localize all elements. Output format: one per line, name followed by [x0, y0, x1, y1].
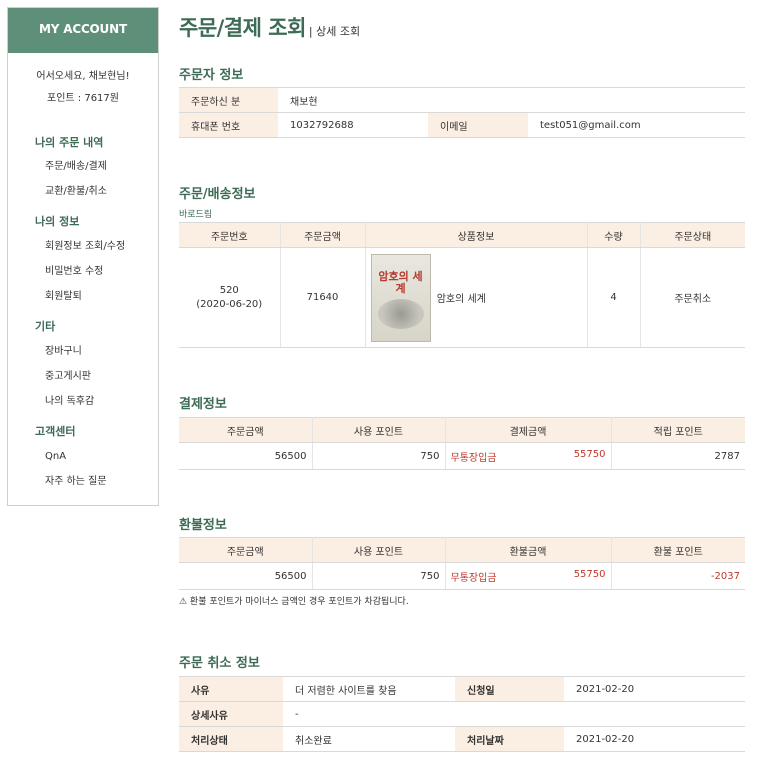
- table-header-row: 주문금액 사용 포인트 결제금액 적립 포인트: [179, 417, 745, 443]
- refund-note: ⚠ 환불 포인트가 마이너스 금액인 경우 포인트가 차감됩니다.: [179, 597, 409, 607]
- account-sidebar: MY ACCOUNT 어서오세요, 채보현님! 포인트 : 7617원 나의 주…: [7, 7, 159, 506]
- col-product: 상품정보: [365, 222, 588, 248]
- col-earned-points: 적립 포인트: [611, 417, 745, 443]
- orderer-table: 주문하신 분 채보현 휴대폰 번호 1032792688 이메일 test051…: [179, 87, 745, 138]
- col-used-points: 사용 포인트: [312, 537, 446, 563]
- table-row: 처리상태 취소완료 처리날짜 2021-02-20: [179, 726, 745, 752]
- table-row: 56500 750 무통장입금 55750 -2037: [179, 562, 745, 590]
- order-amount: 71640: [280, 247, 366, 348]
- page-title-text: 주문/결제 조회: [179, 16, 306, 40]
- refund-amount-cell: 무통장입금 55750: [445, 562, 612, 590]
- cancel-detail: -: [283, 701, 745, 727]
- payment-method: 무통장입금: [450, 452, 497, 464]
- sidebar-header: MY ACCOUNT: [8, 8, 158, 53]
- book-cover-title: 암호의 세계: [378, 269, 423, 295]
- phone-label: 휴대폰 번호: [179, 112, 278, 138]
- delivery-table: 주문번호 주문금액 상품정보 수량 주문상태 520 (2020-06-20) …: [179, 222, 745, 348]
- process-state-label: 처리상태: [179, 726, 283, 752]
- col-paid-amount: 결제금액: [445, 417, 612, 443]
- cancel-reason-label: 사유: [179, 676, 283, 702]
- welcome-text: 어서오세요, 채보현님!: [36, 71, 130, 82]
- payment-earned-points: 2787: [611, 442, 745, 470]
- product-cell: 암호의 세계 암호의 세계: [365, 247, 588, 348]
- cancel-detail-label: 상세사유: [179, 701, 283, 727]
- table-row: 휴대폰 번호 1032792688 이메일 test051@gmail.com: [179, 112, 745, 138]
- col-refund-points: 환불 포인트: [611, 537, 745, 563]
- payment-amount-cell: 무통장입금 55750: [445, 442, 612, 470]
- phone-value: 1032792688: [278, 112, 428, 138]
- payment-order-amount: 56500: [179, 442, 313, 470]
- request-date: 2021-02-20: [564, 676, 745, 702]
- col-order-amount: 주문금액: [179, 537, 313, 563]
- orderer-name: 채보현: [278, 87, 745, 113]
- page-subtitle: | 상세 조회: [308, 25, 361, 38]
- table-row: 상세사유 -: [179, 701, 745, 727]
- order-status: 주문취소: [640, 247, 745, 348]
- orderer-name-label: 주문하신 분: [179, 87, 278, 113]
- table-header-row: 주문금액 사용 포인트 환불금액 환불 포인트: [179, 537, 745, 563]
- email-value: test051@gmail.com: [528, 112, 745, 138]
- order-no-cell: 520 (2020-06-20): [179, 247, 281, 348]
- sidebar-item-my-reviews[interactable]: 나의 독후감: [45, 389, 158, 414]
- cancel-section-title: 주문 취소 정보: [179, 656, 260, 671]
- order-date: (2020-06-20): [196, 298, 263, 310]
- sidebar-item-faq[interactable]: 자주 하는 질문: [45, 469, 158, 494]
- sidebar-item-change-password[interactable]: 비밀번호 수정: [45, 259, 158, 284]
- cancel-table: 사유 더 저렴한 사이트를 찾음 신청일 2021-02-20 상세사유 - 처…: [179, 676, 745, 752]
- table-row: 56500 750 무통장입금 55750 2787: [179, 442, 745, 470]
- email-label: 이메일: [428, 112, 528, 138]
- col-status: 주문상태: [640, 222, 745, 248]
- sidebar-item-order-delivery-payment[interactable]: 주문/배송/결제: [45, 154, 158, 179]
- sidebar-item-exchange-refund-cancel[interactable]: 교환/환불/취소: [45, 179, 158, 204]
- sidebar-group-orders: 나의 주문 내역: [35, 136, 104, 149]
- sidebar-group-my-info: 나의 정보: [35, 215, 80, 228]
- payment-paid: 55750: [573, 448, 606, 460]
- refund-amount: 55750: [573, 568, 606, 580]
- sidebar-group-support: 고객센터: [35, 425, 76, 438]
- refund-points: -2037: [611, 562, 745, 590]
- orderer-section-title: 주문자 정보: [179, 68, 244, 83]
- sidebar-item-used-board[interactable]: 중고게시판: [45, 364, 158, 389]
- col-qty: 수량: [587, 222, 641, 248]
- qty-value: 4: [587, 247, 641, 348]
- sidebar-item-withdraw[interactable]: 회원탈퇴: [45, 284, 158, 309]
- process-state: 취소완료: [283, 726, 455, 752]
- shop-label: 바로드림: [179, 210, 213, 220]
- refund-order-amount: 56500: [179, 562, 313, 590]
- table-row: 사유 더 저렴한 사이트를 찾음 신청일 2021-02-20: [179, 676, 745, 702]
- payment-used-points: 750: [312, 442, 446, 470]
- process-date-label: 처리날짜: [455, 726, 564, 752]
- page-title: 주문/결제 조회 | 상세 조회: [179, 12, 360, 42]
- table-header-row: 주문번호 주문금액 상품정보 수량 주문상태: [179, 222, 745, 248]
- sidebar-item-qna[interactable]: QnA: [45, 444, 158, 469]
- col-refund-amount: 환불금액: [445, 537, 612, 563]
- col-order-amount: 주문금액: [179, 417, 313, 443]
- delivery-section-title: 주문/배송정보: [179, 187, 256, 202]
- table-row: 520 (2020-06-20) 71640 암호의 세계 암호의 세계 4 주…: [179, 247, 745, 348]
- refund-table: 주문금액 사용 포인트 환불금액 환불 포인트 56500 750 무통장입금 …: [179, 537, 745, 590]
- refund-section-title: 환불정보: [179, 518, 227, 533]
- col-order-no: 주문번호: [179, 222, 281, 248]
- refund-method: 무통장입금: [450, 572, 497, 584]
- table-row: 주문하신 분 채보현: [179, 87, 745, 113]
- welcome-box: 어서오세요, 채보현님! 포인트 : 7617원: [8, 66, 158, 110]
- col-order-amount: 주문금액: [280, 222, 366, 248]
- points-text: 포인트 : 7617원: [47, 93, 119, 104]
- sidebar-item-cart[interactable]: 장바구니: [45, 339, 158, 364]
- product-name[interactable]: 암호의 세계: [437, 294, 486, 305]
- col-used-points: 사용 포인트: [312, 417, 446, 443]
- payment-section-title: 결제정보: [179, 397, 227, 412]
- book-cover-image[interactable]: 암호의 세계: [370, 253, 431, 342]
- request-date-label: 신청일: [455, 676, 564, 702]
- order-no[interactable]: 520: [179, 284, 280, 298]
- payment-table: 주문금액 사용 포인트 결제금액 적립 포인트 56500 750 무통장입금 …: [179, 417, 745, 470]
- process-date: 2021-02-20: [564, 726, 745, 752]
- refund-used-points: 750: [312, 562, 446, 590]
- book-cover-art: [377, 298, 424, 329]
- cancel-reason: 더 저렴한 사이트를 찾음: [283, 676, 455, 702]
- sidebar-group-etc: 기타: [35, 320, 56, 333]
- sidebar-item-member-info[interactable]: 회원정보 조회/수정: [45, 234, 158, 259]
